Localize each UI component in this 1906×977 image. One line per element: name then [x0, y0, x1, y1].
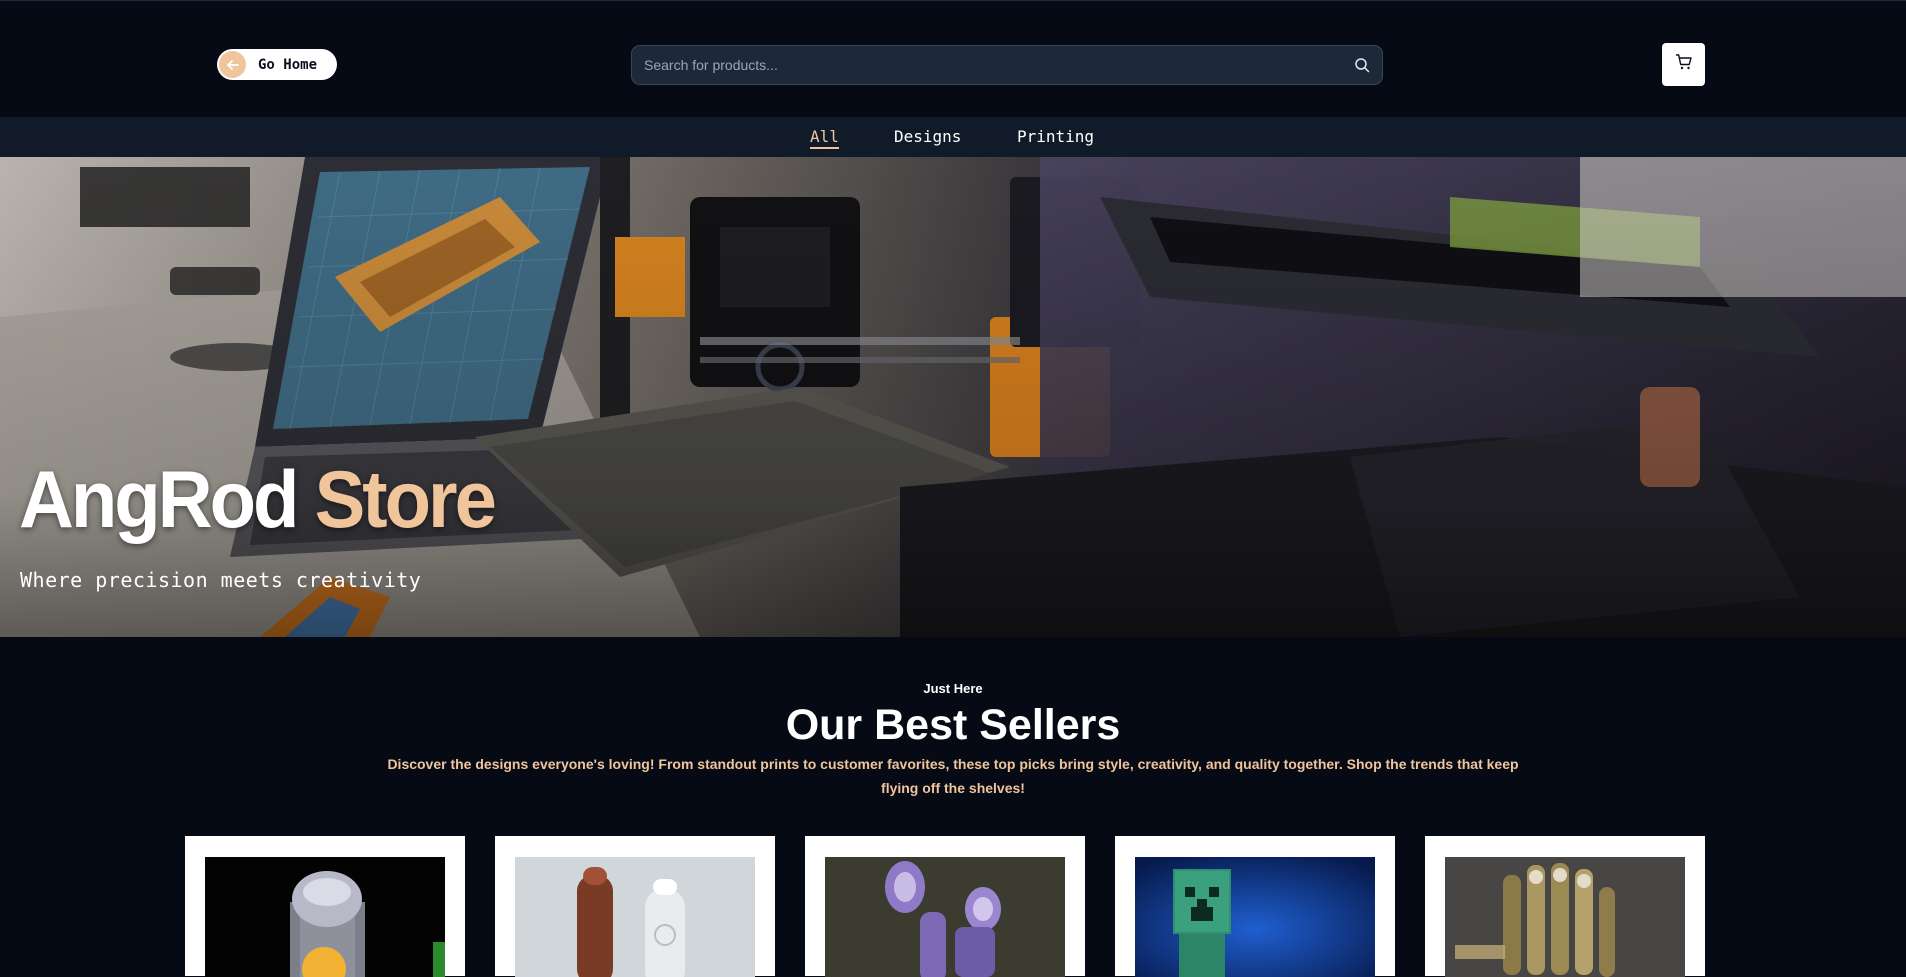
creeper-print-image[interactable] — [1135, 857, 1375, 977]
category-nav: All Designs Printing — [0, 117, 1906, 157]
search-icon[interactable] — [1354, 57, 1370, 73]
product-card[interactable] — [185, 836, 465, 977]
hero-title-part1: AngRod — [19, 454, 299, 545]
product-card[interactable] — [495, 836, 775, 977]
hero-title: AngRod Store — [19, 454, 497, 546]
search-input[interactable] — [644, 46, 1324, 84]
search-bar — [631, 45, 1383, 85]
tab-all[interactable]: All — [810, 127, 839, 149]
animatronic-print-image[interactable] — [825, 857, 1065, 977]
go-home-label: Go Home — [258, 56, 318, 73]
section-description: Discover the designs everyone's loving! … — [387, 756, 1519, 796]
lamp-print-image[interactable] — [205, 857, 445, 977]
product-cards — [0, 836, 1906, 977]
skeleton-hand-print-image[interactable] — [1445, 857, 1685, 977]
cart-icon — [1675, 53, 1693, 76]
tab-designs[interactable]: Designs — [894, 127, 961, 146]
product-card[interactable] — [1425, 836, 1705, 977]
product-card[interactable] — [805, 836, 1085, 977]
cart-button[interactable] — [1662, 43, 1705, 86]
go-home-button[interactable]: Go Home — [217, 49, 337, 80]
hero-subtitle: Where precision meets creativity — [20, 568, 422, 592]
hero-banner: AngRod Store Where precision meets creat… — [0, 157, 1906, 637]
product-card[interactable] — [1115, 836, 1395, 977]
hero-title-part2: Store — [314, 454, 497, 545]
section-kicker: Just Here — [923, 681, 983, 696]
top-bar: Go Home — [0, 0, 1906, 117]
bottle-print-image[interactable] — [515, 857, 755, 977]
tab-printing[interactable]: Printing — [1017, 127, 1094, 146]
hero-background-image — [0, 157, 1906, 637]
arrow-left-icon — [219, 51, 246, 78]
section-title: Our Best Sellers — [785, 701, 1121, 749]
